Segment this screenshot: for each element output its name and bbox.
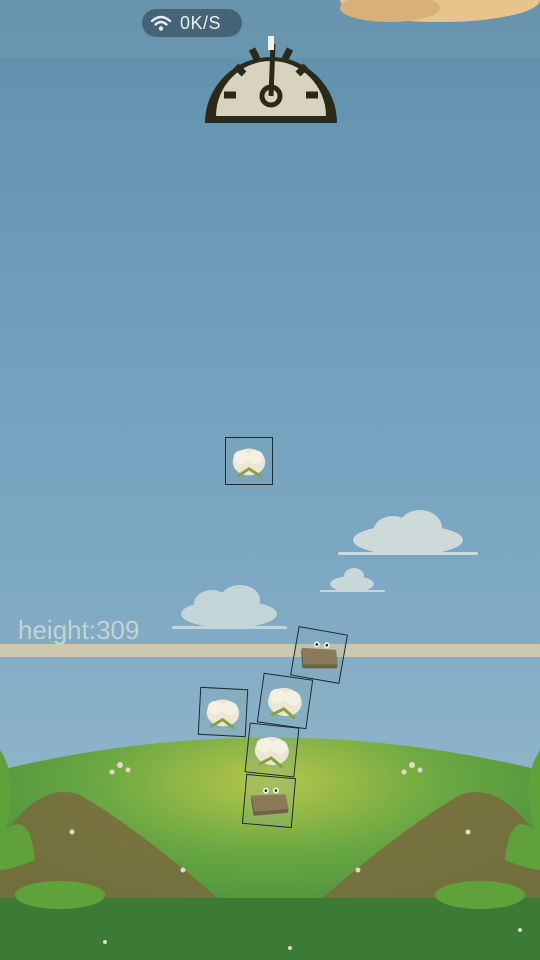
cloud-small (320, 568, 385, 592)
falling-cotton-block (225, 437, 273, 485)
brick-block-top (290, 626, 348, 684)
game-scene[interactable]: 0K/S height:309 (0, 0, 540, 960)
cloud-top-right (340, 0, 540, 22)
cloud-right (338, 510, 478, 555)
cotton-block-left (197, 686, 249, 738)
wifi-icon (150, 15, 172, 31)
cloud-left (172, 585, 287, 629)
cotton-block-upper (256, 672, 314, 730)
height-label: height:309 (18, 615, 140, 645)
brick-block-bottom (241, 773, 297, 829)
cotton-block-middle (244, 722, 300, 778)
speedometer-gauge-icon (205, 36, 337, 123)
